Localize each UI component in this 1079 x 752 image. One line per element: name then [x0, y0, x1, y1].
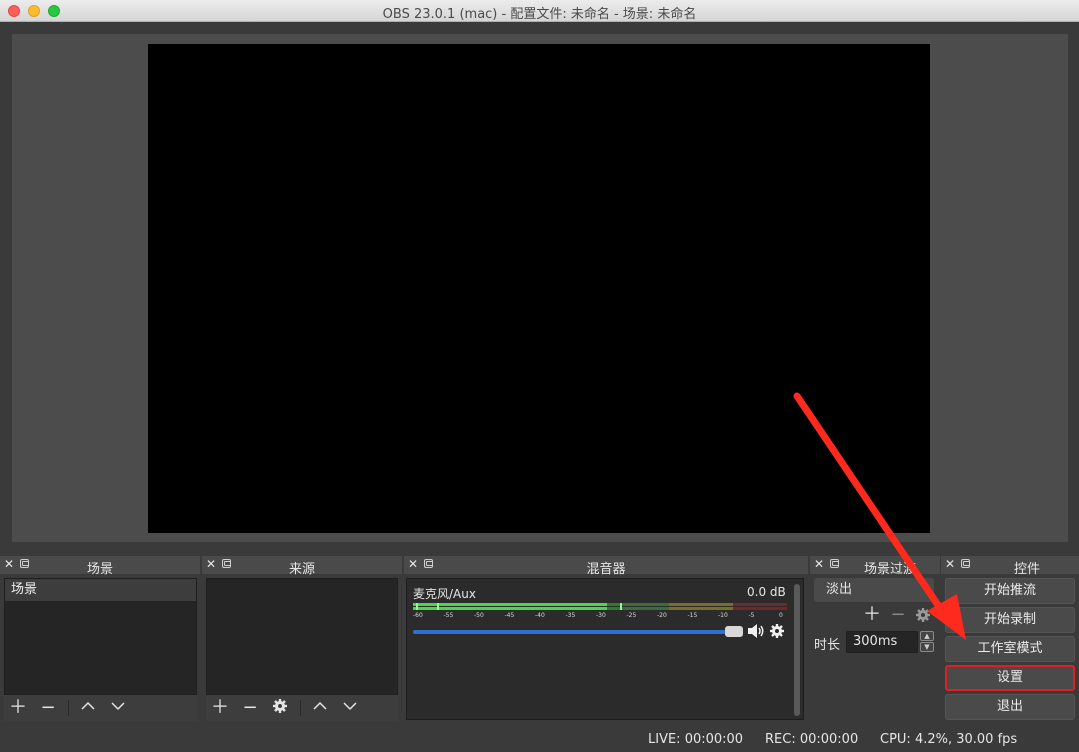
duration-decrease-icon[interactable]: ▼ — [920, 642, 934, 652]
mixer-scale-label: -60 — [413, 612, 423, 619]
mixer-scale-label: 0 — [779, 612, 783, 619]
transitions-dock: ✕ 场景过渡 淡出 ＋ − 时长 300ms ▲ ▼ — [810, 556, 940, 722]
mixer-scale-label: -20 — [657, 612, 667, 619]
toolbar-separator — [68, 700, 69, 716]
obs-window: OBS 23.0.1 (mac) - 配置文件: 未命名 - 场景: 未命名 ✕… — [0, 0, 1079, 752]
mixer-scale-label: -30 — [596, 612, 606, 619]
mixer-scale-label: -45 — [504, 612, 515, 619]
preview-area — [12, 34, 1068, 542]
duration-label: 时长 — [814, 638, 841, 653]
transitions-dock-header: ✕ 场景过渡 — [810, 556, 940, 577]
mixer-scale-label: -5 — [748, 612, 755, 619]
volume-slider-knob[interactable] — [725, 626, 743, 637]
window-title: OBS 23.0.1 (mac) - 配置文件: 未命名 - 场景: 未命名 — [382, 7, 697, 22]
mixer-scale: -60 -55 -50 -45 -40 -35 -30 -25 -20 -15 -10 -5 0 — [413, 612, 787, 622]
controls-dock: ✕ 控件 开始推流 开始录制 工作室模式 设置 退出 — [941, 556, 1079, 722]
live-status: LIVE: 00:00:00 — [648, 732, 744, 747]
start-recording-button[interactable]: 开始录制 — [945, 607, 1075, 633]
title-bar: OBS 23.0.1 (mac) - 配置文件: 未命名 - 场景: 未命名 — [0, 0, 1079, 22]
add-source-icon[interactable]: ＋ — [210, 698, 230, 718]
controls-dock-title: 控件 — [1013, 562, 1040, 577]
controls-dock-header: ✕ 控件 — [941, 556, 1079, 577]
mixer-dock-title: 混音器 — [586, 562, 626, 577]
scenes-dock-title: 场景 — [86, 562, 113, 577]
scene-list-item[interactable]: 场景 — [5, 579, 196, 601]
status-bar: LIVE: 00:00:00 REC: 00:00:00 CPU: 4.2%, … — [0, 728, 1079, 752]
remove-scene-icon[interactable]: − — [38, 698, 58, 718]
duration-increase-icon[interactable]: ▲ — [920, 631, 934, 641]
studio-mode-button[interactable]: 工作室模式 — [945, 636, 1075, 662]
sources-dock-header: ✕ 来源 — [202, 556, 402, 577]
move-source-down-icon[interactable] — [340, 698, 360, 718]
start-streaming-button[interactable]: 开始推流 — [945, 578, 1075, 604]
mixer-scale-label: -55 — [443, 612, 454, 619]
remove-source-icon[interactable]: − — [240, 698, 260, 718]
move-scene-up-icon[interactable] — [78, 698, 98, 718]
volume-meter — [413, 603, 787, 610]
duration-input[interactable]: 300ms — [846, 631, 918, 653]
mixer-scale-label: -50 — [474, 612, 484, 619]
mixer-channel-db: 0.0 dB — [747, 585, 786, 599]
transitions-dock-title: 场景过渡 — [863, 562, 916, 577]
settings-button[interactable]: 设置 — [945, 665, 1075, 691]
scenes-dock-header: ✕ 场景 — [0, 556, 200, 577]
mixer-settings-gear-icon[interactable] — [769, 623, 785, 643]
mixer-dock: ✕ 混音器 麦克风/Aux 0.0 dB -60 -55-50 -45 -40 … — [404, 556, 808, 722]
remove-transition-icon[interactable]: − — [888, 605, 908, 625]
mixer-scale-label: -40 — [535, 612, 545, 619]
source-list[interactable] — [206, 578, 398, 695]
add-scene-icon[interactable]: ＋ — [8, 698, 28, 718]
volume-slider-track[interactable] — [413, 630, 727, 634]
cpu-status: CPU: 4.2%, 30.00 fps — [880, 732, 1018, 747]
sources-dock-title: 来源 — [288, 562, 315, 577]
mixer-scale-label: -35 — [565, 612, 576, 619]
preview-canvas[interactable] — [148, 44, 930, 533]
mixer-scale-label: -10 — [718, 612, 728, 619]
add-transition-icon[interactable]: ＋ — [862, 605, 882, 625]
transition-properties-gear-icon[interactable] — [915, 607, 931, 627]
sources-dock: ✕ 来源 ＋ − — [202, 556, 402, 722]
mixer-channel-name: 麦克风/Aux — [413, 587, 476, 601]
mixer-dock-header: ✕ 混音器 — [404, 556, 808, 577]
toolbar-separator — [300, 700, 301, 716]
mixer-scrollbar[interactable] — [794, 584, 800, 716]
scenes-dock: ✕ 场景 场景 ＋ − — [0, 556, 200, 722]
scenes-toolbar: ＋ − — [4, 695, 197, 721]
rec-status: REC: 00:00:00 — [765, 732, 859, 747]
sources-toolbar: ＋ − — [206, 695, 398, 721]
scene-list[interactable]: 场景 — [4, 578, 197, 695]
speaker-icon[interactable] — [747, 623, 765, 643]
source-properties-gear-icon[interactable] — [270, 698, 290, 718]
move-scene-down-icon[interactable] — [108, 698, 128, 718]
transition-select[interactable]: 淡出 — [814, 578, 934, 602]
mixer-scale-label: -25 — [626, 612, 637, 619]
move-source-up-icon[interactable] — [310, 698, 330, 718]
mixer-panel: 麦克风/Aux 0.0 dB -60 -55 -50 -45 -40 -35 -30 -25-… — [406, 578, 804, 720]
mixer-scale-label: -15 — [687, 612, 698, 619]
exit-button[interactable]: 退出 — [945, 694, 1075, 720]
